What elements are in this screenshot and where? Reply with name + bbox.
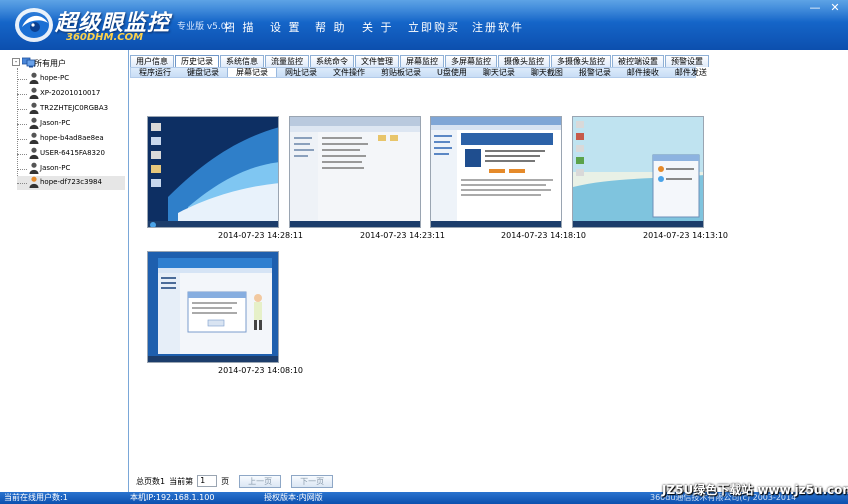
total-pages-label: 总页数1 [136,476,166,486]
tab-multi-screen-monitor[interactable]: 多屏幕监控 [445,55,497,67]
tree-user-item[interactable]: hope-PC [17,72,125,86]
app-window: 超级眼监控 360DHM.COM 专业版 v5.02 扫 描 设 置 帮 助 关… [0,0,848,504]
online-users-status: 当前在线用户数:1 [4,493,68,502]
screenshot-timestamp: 2014-07-23 14:28:11 [218,231,303,240]
user-avatar-icon [29,162,39,174]
tree-user-label: TR2ZHTEJC0RGBA3 [40,104,109,112]
subtab-mail-received[interactable]: 邮件接收 [619,68,667,77]
screenshot-thumbnail[interactable] [430,116,562,228]
subtab-url-log[interactable]: 网址记录 [277,68,325,77]
menu-buy-now[interactable]: 立即购买 [408,19,460,35]
tree-user-label: Jason-PC [40,164,71,172]
user-avatar-icon [29,117,39,129]
screenshot-thumbnail[interactable] [289,116,421,228]
main-tab-row: 用户信息 历史记录 系统信息 流量监控 系统命令 文件管理 屏幕监控 多屏幕监控… [130,55,710,67]
screenshot-thumbnail[interactable] [147,116,279,228]
user-avatar-icon [29,72,39,84]
screenshot-thumbnail[interactable] [572,116,704,228]
menu-register[interactable]: 注册软件 [472,19,524,35]
tree-user-label: hope-PC [40,74,70,82]
screenshot-card[interactable]: 2014-07-23 14:08:10 [147,251,303,375]
close-icon[interactable]: ✕ [828,2,842,14]
menu-help[interactable]: 帮 助 [315,19,347,35]
tree-root-label: 所有用户 [34,59,66,68]
subtab-alert-log[interactable]: 报警记录 [571,68,619,77]
tab-file-manager[interactable]: 文件管理 [355,55,399,67]
screenshot-card[interactable]: 2014-07-23 14:23:11 [289,116,445,240]
subtab-keyboard-log[interactable]: 键盘记录 [179,68,227,77]
subtab-chat-screenshot[interactable]: 聊天截图 [523,68,571,77]
user-avatar-icon [29,147,39,159]
menu-about[interactable]: 关 于 [362,19,394,35]
screenshot-gallery: 2014-07-23 14:28:11 2014-07-23 14:23:11 [130,79,848,492]
screenshot-timestamp: 2014-07-23 14:13:10 [643,231,728,240]
tree-user-item[interactable]: TR2ZHTEJC0RGBA3 [17,102,125,116]
brand-url: 360DHM.COM [66,32,144,43]
prev-page-button[interactable]: 上一页 [239,474,282,488]
tab-multi-camera-monitor[interactable]: 多摄像头监控 [551,55,611,67]
tree-user-label: Jason-PC [40,119,71,127]
screenshot-timestamp: 2014-07-23 14:23:11 [360,231,445,240]
tree-user-label: XP-20201010017 [40,89,101,97]
desktop-preview-image [148,117,278,227]
site-watermark: JZ5U绿色下载站 www.jz5u.com [662,483,848,497]
subtab-mail-sent[interactable]: 邮件发送 [667,68,715,77]
user-avatar-icon [29,132,39,144]
tree-collapse-icon[interactable]: - [12,58,20,66]
screenshot-card[interactable]: 2014-07-23 14:28:11 [147,116,303,240]
tree-user-item[interactable]: Jason-PC [17,162,125,176]
subtab-chat-log[interactable]: 聊天记录 [475,68,523,77]
tree-user-item-selected[interactable]: hope-df723c3984 [17,176,125,190]
chat-desktop-preview-image [573,117,703,227]
tree-user-item[interactable]: Jason-PC [17,117,125,131]
next-page-button[interactable]: 下一页 [291,474,334,488]
user-avatar-icon [29,87,39,99]
screenshot-card[interactable]: 2014-07-23 14:13:10 [572,116,728,240]
user-tree-panel: - 所有用户 hope-PC XP-20201010017 TR2ZHTEJC0… [0,50,129,492]
app-preview-image [148,252,278,362]
subtab-clipboard-log[interactable]: 剪贴板记录 [373,68,429,77]
tab-system-command[interactable]: 系统命令 [310,55,354,67]
minimize-icon[interactable]: — [808,2,822,14]
title-bar: 超级眼监控 360DHM.COM 专业版 v5.02 扫 描 设 置 帮 助 关… [0,0,848,50]
function-tabs: 用户信息 历史记录 系统信息 流量监控 系统命令 文件管理 屏幕监控 多屏幕监控… [130,55,848,79]
tab-user-info[interactable]: 用户信息 [130,55,174,67]
tab-camera-monitor[interactable]: 摄像头监控 [498,55,550,67]
tree-user-item[interactable]: XP-20201010017 [17,87,125,101]
tree-user-label: hope-df723c3984 [40,178,102,186]
menu-scan[interactable]: 扫 描 [224,19,256,35]
user-avatar-icon [29,102,39,114]
tab-system-info[interactable]: 系统信息 [220,55,264,67]
page-number-input[interactable]: 1 [197,475,218,487]
tab-client-settings[interactable]: 被控端设置 [612,55,664,67]
browser-preview-image [431,117,561,227]
sub-tab-row: 程序运行 键盘记录 屏幕记录 网址记录 文件操作 剪贴板记录 U盘使用 聊天记录… [130,67,707,78]
license-status: 授权版本:内网版 [264,493,323,502]
tree-user-label: USER-6415FA8320 [40,149,105,157]
user-avatar-icon [29,176,39,188]
tab-traffic-monitor[interactable]: 流量监控 [265,55,309,67]
screenshot-card[interactable]: 2014-07-23 14:18:10 [430,116,586,240]
tab-screen-monitor[interactable]: 屏幕监控 [400,55,444,67]
subtab-program-run[interactable]: 程序运行 [131,68,179,77]
subtab-screen-log[interactable]: 屏幕记录 [227,68,277,77]
tree-user-label: hope-b4ad8ae8ea [40,134,104,142]
current-page-label: 当前第 [169,476,194,486]
app-logo-icon [15,8,53,42]
screenshot-timestamp: 2014-07-23 14:08:10 [218,366,303,375]
pagination: 总页数1 当前第 1 页 上一页 下一页 [136,474,334,488]
tab-history[interactable]: 历史记录 [175,55,219,67]
page-suffix-label: 页 [221,476,230,486]
screenshot-thumbnail[interactable] [147,251,279,363]
subtab-file-ops[interactable]: 文件操作 [325,68,373,77]
subtab-usb-usage[interactable]: U盘使用 [429,68,475,77]
explorer-preview-image [290,117,420,227]
tab-alert-settings[interactable]: 预警设置 [665,55,709,67]
local-ip-status: 本机IP:192.168.1.100 [130,493,215,502]
tree-user-item[interactable]: USER-6415FA8320 [17,147,125,161]
menu-settings[interactable]: 设 置 [270,19,302,35]
screenshot-timestamp: 2014-07-23 14:18:10 [501,231,586,240]
tree-user-item[interactable]: hope-b4ad8ae8ea [17,132,125,146]
